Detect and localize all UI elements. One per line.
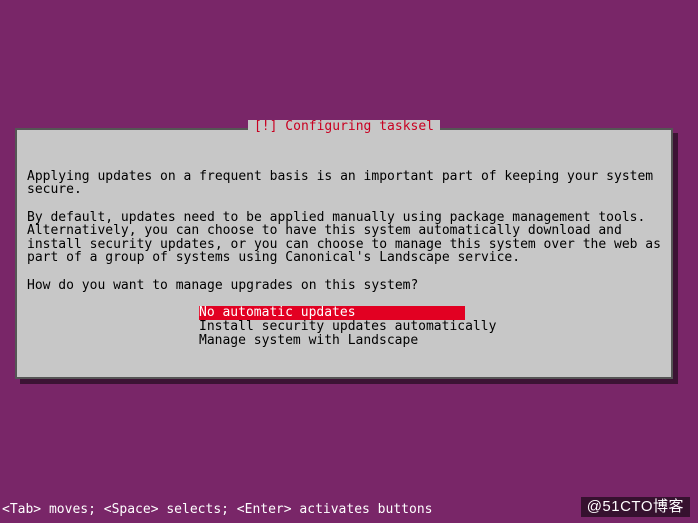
- option-manage-with-landscape[interactable]: Manage system with Landscape: [199, 334, 661, 348]
- dialog-paragraph-1: Applying updates on a frequent basis is …: [27, 169, 661, 198]
- option-install-security-updates[interactable]: Install security updates automatically: [199, 320, 661, 334]
- options-list: No automatic updates Install security up…: [199, 306, 661, 347]
- dialog-question: How do you want to manage upgrades on th…: [27, 278, 418, 293]
- dialog-body: Applying updates on a frequent basis is …: [27, 156, 661, 292]
- config-dialog: [!] Configuring tasksel Applying updates…: [15, 128, 673, 379]
- dialog-paragraph-2: By default, updates need to be applied m…: [27, 210, 669, 266]
- dialog-title-wrap: [!] Configuring tasksel: [17, 120, 671, 134]
- installer-screen: [!] Configuring tasksel Applying updates…: [0, 0, 698, 523]
- keybinding-help-bar: <Tab> moves; <Space> selects; <Enter> ac…: [2, 503, 432, 517]
- dialog-title: [!] Configuring tasksel: [248, 120, 440, 134]
- option-no-automatic-updates[interactable]: No automatic updates: [199, 306, 465, 320]
- watermark: @51CTO博客: [581, 497, 690, 517]
